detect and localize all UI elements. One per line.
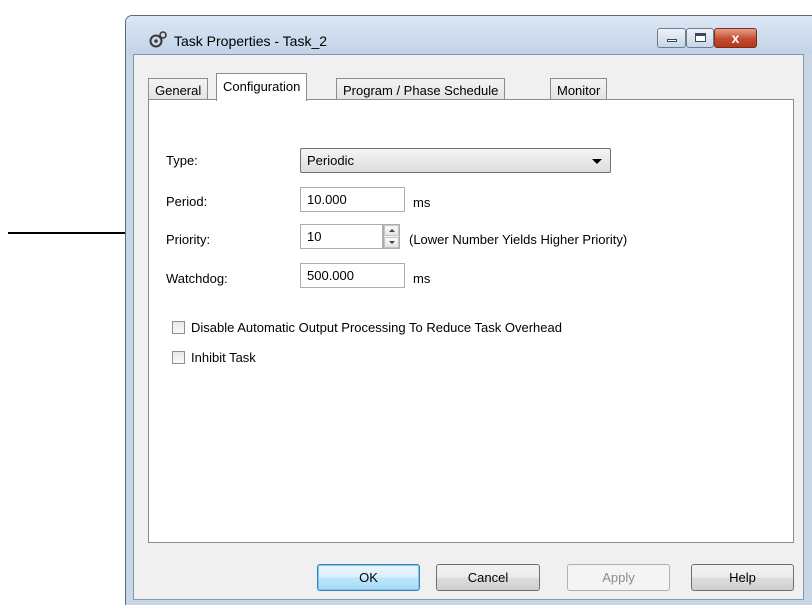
period-label: Period: (166, 194, 208, 209)
minimize-button[interactable] (657, 28, 686, 48)
period-input[interactable]: 10.000 (300, 187, 405, 212)
priority-hint: (Lower Number Yields Higher Priority) (409, 232, 628, 247)
watchdog-unit: ms (413, 271, 431, 286)
maximize-icon (695, 33, 706, 42)
close-button[interactable]: x (714, 28, 757, 48)
period-unit: ms (413, 195, 431, 210)
tab-configuration[interactable]: Configuration (216, 73, 308, 101)
task-properties-window: Task Properties - Task_2 x General Confi… (125, 15, 812, 605)
type-select-value: Periodic (307, 153, 354, 168)
dialog-client-area: General Configuration Program / Phase Sc… (133, 54, 804, 600)
priority-input[interactable]: 10 (300, 224, 383, 249)
spinner-down-icon[interactable] (384, 237, 399, 248)
inhibit-task-label[interactable]: Inhibit Task (191, 350, 256, 365)
configuration-panel: Type: Periodic Period: 10.000 ms Priorit… (148, 99, 794, 543)
disable-output-label[interactable]: Disable Automatic Output Processing To R… (191, 320, 562, 335)
type-label: Type: (166, 153, 198, 168)
priority-label: Priority: (166, 232, 211, 247)
ok-button[interactable]: OK (317, 564, 420, 591)
task-gear-icon (149, 31, 167, 48)
inhibit-task-checkbox[interactable] (172, 351, 185, 364)
window-title: Task Properties - Task_2 (174, 33, 328, 49)
tab-program-phase-schedule[interactable]: Program / Phase Schedule (336, 78, 506, 100)
help-button[interactable]: Help (691, 564, 794, 591)
type-select[interactable]: Periodic (300, 148, 611, 173)
apply-button[interactable]: Apply (567, 564, 670, 591)
watchdog-label: Watchdog: (166, 271, 228, 286)
minimize-icon (667, 39, 677, 42)
watchdog-input[interactable]: 500.000 (300, 263, 405, 288)
close-icon: x (731, 30, 740, 46)
cancel-button[interactable]: Cancel (436, 564, 540, 591)
maximize-button[interactable] (686, 28, 714, 48)
tab-monitor[interactable]: Monitor (550, 78, 608, 100)
title-bar[interactable]: Task Properties - Task_2 x (126, 16, 812, 54)
disable-output-checkbox[interactable] (172, 321, 185, 334)
tab-general[interactable]: General (148, 78, 209, 100)
priority-spinner[interactable] (383, 224, 400, 249)
spinner-up-icon[interactable] (384, 225, 399, 236)
chevron-down-icon (592, 159, 602, 164)
